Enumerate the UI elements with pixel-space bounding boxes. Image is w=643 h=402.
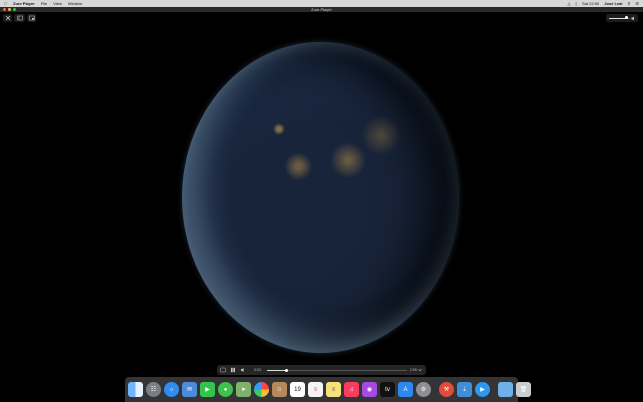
photos-icon[interactable]	[254, 382, 269, 397]
tv-icon[interactable]: tv	[380, 382, 395, 397]
facetime-icon[interactable]: ▶	[200, 382, 215, 397]
xcode-icon[interactable]: ⚒	[439, 382, 454, 397]
pip-icon	[28, 15, 35, 21]
notes-icon[interactable]: ≡	[326, 382, 341, 397]
subtitles-icon	[220, 367, 226, 373]
calendar-icon[interactable]: 19	[290, 382, 305, 397]
messages-icon[interactable]: ●	[218, 382, 233, 397]
launchpad-icon[interactable]: ☷	[146, 382, 161, 397]
system-preferences-icon[interactable]: ⚙	[416, 382, 431, 397]
menu-view[interactable]: View	[53, 1, 62, 6]
app-menu[interactable]: Zure Player	[13, 1, 35, 6]
close-player-button[interactable]	[3, 14, 12, 22]
volume-knob[interactable]	[624, 16, 628, 19]
calendar-day: 19	[294, 386, 301, 393]
safari-icon[interactable]: ☼	[164, 382, 179, 397]
audio-icon	[241, 368, 244, 372]
volume-control[interactable]	[606, 14, 638, 22]
menu-window[interactable]: Window	[68, 1, 82, 6]
chevron-icon	[418, 368, 422, 372]
sidebar-button[interactable]	[14, 14, 25, 22]
picture-in-picture-button[interactable]	[27, 14, 36, 22]
sidebar-icon	[16, 15, 23, 21]
zure-player-icon[interactable]: ▶	[475, 382, 490, 397]
mail-icon[interactable]: ✉	[182, 382, 197, 397]
airplay-icon[interactable]: △	[567, 1, 570, 6]
contacts-icon[interactable]: ☺	[272, 382, 287, 397]
control-center-icon[interactable]: ☰	[635, 1, 639, 6]
elapsed-time: 0:03	[254, 368, 261, 372]
clock[interactable]: Sat 22:50	[582, 1, 599, 6]
downloads-stack-icon[interactable]: ⇣	[457, 382, 472, 397]
earth-video-frame	[182, 42, 459, 353]
podcasts-icon[interactable]: ◉	[362, 382, 377, 397]
playback-controls: 0:03 2:55	[217, 365, 426, 375]
menu-file[interactable]: File	[41, 1, 47, 6]
finder-folder-icon[interactable]	[498, 382, 513, 397]
speaker-icon[interactable]	[631, 16, 636, 21]
finder-icon[interactable]	[128, 382, 143, 397]
volume-fill	[609, 17, 627, 19]
search-icon[interactable]: ⚲	[627, 1, 630, 6]
user-name[interactable]: José Leal	[604, 1, 622, 6]
playlist-button[interactable]	[416, 366, 424, 374]
pause-icon	[231, 367, 235, 373]
subtitles-button[interactable]	[219, 366, 227, 374]
audio-button[interactable]	[239, 366, 247, 374]
apple-menu-icon[interactable]: 	[4, 1, 7, 6]
close-icon	[5, 15, 10, 21]
app-store-icon[interactable]: A	[398, 382, 413, 397]
menu-bar:  Zure Player File View Window △ ⌊ Sat 2…	[0, 0, 643, 7]
seek-bar[interactable]	[267, 368, 407, 372]
music-icon[interactable]: ♫	[344, 382, 359, 397]
reminders-icon[interactable]: ≡	[308, 382, 323, 397]
dock: ☷ ☼ ✉ ▶ ● ➤ ☺ 19 ≡ ≡ ♫ ◉ tv A ⚙ ⚒ ⇣ ▶ 🗑	[125, 377, 531, 402]
maps-icon[interactable]: ➤	[236, 382, 251, 397]
seek-played	[267, 369, 287, 371]
seek-handle[interactable]	[285, 368, 289, 372]
wifi-icon[interactable]: ⌊	[576, 1, 578, 6]
trash-icon[interactable]: 🗑	[516, 382, 531, 397]
pause-button[interactable]	[229, 366, 237, 374]
